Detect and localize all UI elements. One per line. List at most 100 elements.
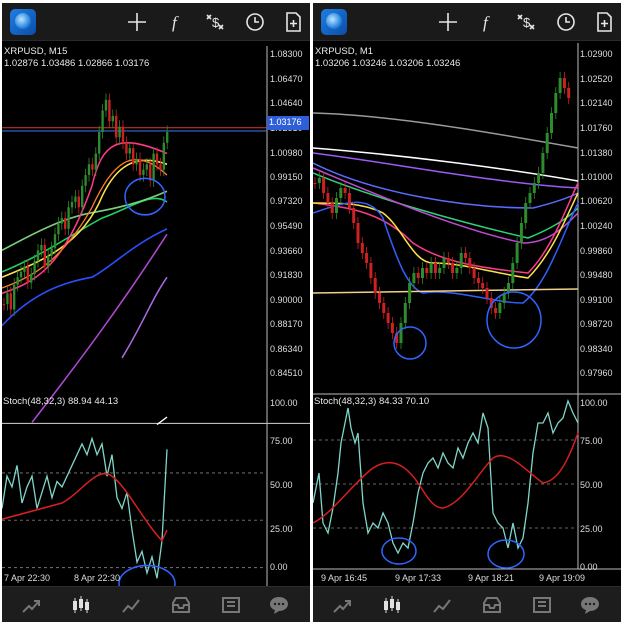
price-label: 0.99100 <box>580 295 613 305</box>
candle-body <box>506 283 511 293</box>
price-label: 0.84510 <box>270 368 303 378</box>
candlestick-series <box>313 72 571 349</box>
candle-body <box>152 153 155 181</box>
price-chart-area[interactable] <box>313 3 621 588</box>
candle-body <box>390 323 394 333</box>
candle-body <box>317 178 321 183</box>
candle-body <box>166 132 169 143</box>
candle-body <box>420 268 425 278</box>
history-icon[interactable] <box>481 595 503 615</box>
candle-body <box>84 175 87 186</box>
candle-body <box>382 303 386 313</box>
news-icon[interactable] <box>220 595 242 615</box>
trade-icon[interactable] <box>120 595 142 615</box>
chart-panel-left[interactable]: f $ XRPUSD, M15 1.02876 1.03486 1.02866 … <box>2 3 310 622</box>
candle-body <box>77 196 80 208</box>
candle-body <box>476 278 480 283</box>
candle-body <box>408 283 412 303</box>
symbol-title: XRPUSD, M15 <box>4 46 68 57</box>
chart-icon[interactable] <box>381 595 403 615</box>
stoch-level-label: 50.00 <box>270 480 293 490</box>
candle-body <box>101 110 104 133</box>
candle-body <box>87 164 91 176</box>
price-label: 1.04640 <box>270 98 303 108</box>
symbol-title: XRPUSD, M1 <box>315 46 374 57</box>
stoch-level-label: 25.00 <box>580 524 603 534</box>
candle-body <box>356 223 360 243</box>
candle-body <box>429 263 433 273</box>
candle-body <box>562 78 566 88</box>
candle-body <box>532 183 536 193</box>
candle-body <box>549 113 554 133</box>
price-label: 1.08300 <box>270 49 303 59</box>
candle-body <box>347 193 351 208</box>
chart-icon[interactable] <box>70 595 92 615</box>
candle-body <box>330 203 334 213</box>
ohlc-values: 1.02876 1.03486 1.02866 1.03176 <box>4 58 150 69</box>
candle-body <box>162 142 165 170</box>
price-label: 1.02900 <box>580 49 613 59</box>
candle-body <box>47 255 50 267</box>
price-label: 0.90000 <box>270 295 303 305</box>
price-label: 0.88170 <box>270 319 303 329</box>
ohlc-values: 1.03206 1.03246 1.03206 1.03246 <box>315 58 461 69</box>
candle-body <box>369 263 373 278</box>
candle-body <box>108 99 111 122</box>
candle-body <box>145 164 148 170</box>
candle-body <box>442 258 446 268</box>
candle-body <box>50 248 53 256</box>
candle-body <box>67 207 70 229</box>
trade-icon[interactable] <box>431 595 453 615</box>
candle-body <box>111 115 114 122</box>
history-icon[interactable] <box>170 595 192 615</box>
candle-body <box>121 126 125 143</box>
chart-panel-right[interactable]: f $ XRPUSD, M1 1.03206 1.03246 1.03206 1… <box>313 3 621 622</box>
candle-body <box>135 158 138 165</box>
candle-body <box>155 153 159 165</box>
candle-body <box>485 288 489 298</box>
stoch-level-label: 0.00 <box>270 562 288 572</box>
candle-body <box>57 223 60 235</box>
candle-body <box>528 193 532 203</box>
chat-icon[interactable] <box>268 595 290 615</box>
stochastic-label: Stoch(48,32,3) 88.94 44.13 <box>3 396 119 407</box>
price-chart-area[interactable] <box>2 3 310 588</box>
bottom-nav <box>313 586 621 622</box>
quotes-icon[interactable] <box>331 595 353 615</box>
candle-body <box>468 258 472 268</box>
candle-body <box>352 208 356 223</box>
price-label: 1.01760 <box>580 123 613 133</box>
stoch-level-label: 75.00 <box>270 436 293 446</box>
candle-body <box>81 185 84 208</box>
candle-body <box>412 273 416 283</box>
candle-body <box>386 313 390 323</box>
price-label: 0.99150 <box>270 172 303 182</box>
price-label: 1.06470 <box>270 74 303 84</box>
candle-body <box>511 263 515 283</box>
candle-body <box>515 243 519 263</box>
news-icon[interactable] <box>531 595 553 615</box>
candle-body <box>64 218 67 229</box>
price-label: 1.00240 <box>580 221 613 231</box>
candle-body <box>33 261 36 274</box>
candle-body <box>313 183 317 184</box>
candle-body <box>360 243 364 253</box>
candle-body <box>472 268 476 278</box>
candle-body <box>118 126 121 138</box>
candle-body <box>425 268 429 273</box>
time-label: 9 Apr 17:33 <box>395 573 442 583</box>
quotes-icon[interactable] <box>20 595 42 615</box>
price-label: 1.01380 <box>580 148 613 158</box>
price-label: 0.93660 <box>270 246 303 256</box>
candle-body <box>498 303 502 313</box>
candle-body <box>2 304 6 306</box>
candle-body <box>567 88 571 98</box>
candle-body <box>40 244 43 251</box>
candle-body <box>433 263 437 273</box>
candle-body <box>541 153 545 173</box>
stoch-level-label: 100.00 <box>270 398 298 408</box>
candle-body <box>98 132 101 154</box>
chat-icon[interactable] <box>579 595 601 615</box>
price-label: 0.98720 <box>580 319 613 329</box>
candle-body <box>403 303 407 323</box>
